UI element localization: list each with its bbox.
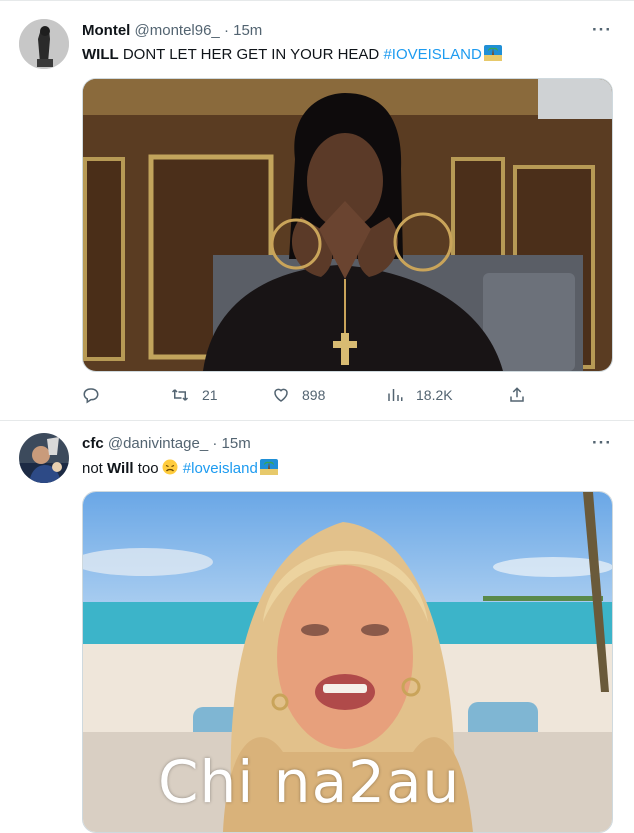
island-emoji-icon: [483, 45, 502, 61]
tweet-text-bold: Will: [107, 460, 134, 477]
share-icon: [510, 387, 524, 402]
separator-dot: ·: [223, 22, 229, 39]
tweet-text-plain: not: [82, 460, 108, 477]
tweet-text: not Will too #loveisland: [82, 459, 278, 477]
heart-icon: [274, 388, 288, 402]
handle[interactable]: @danivintage_: [108, 435, 208, 452]
retweet-button[interactable]: 21: [170, 386, 218, 404]
tweet-text-rest: too: [133, 460, 159, 477]
avatar[interactable]: [19, 433, 69, 483]
hashtag-link[interactable]: #loveisland: [183, 460, 258, 477]
display-name[interactable]: cfc: [82, 435, 104, 452]
avatar[interactable]: [19, 19, 69, 69]
display-name[interactable]: Montel: [82, 22, 130, 39]
retweet-count: 21: [202, 387, 218, 403]
island-emoji-icon: [259, 459, 278, 475]
watermark-text: Chi na2au: [158, 748, 461, 816]
reply-icon: [83, 388, 99, 404]
tweet-actions: 21 898 18.2K: [82, 386, 611, 410]
disappointed-face-emoji-icon: [162, 459, 178, 475]
tweet-header: Montel @montel96_ · 15m: [82, 22, 262, 39]
reply-button[interactable]: [82, 386, 112, 404]
tweet-text-bold: WILL: [82, 46, 119, 63]
tweet-header: cfc @danivintage_ · 15m: [82, 435, 251, 452]
views-button[interactable]: 18.2K: [386, 386, 453, 404]
like-count: 898: [302, 387, 326, 403]
like-button[interactable]: 898: [272, 386, 325, 404]
hashtag-link[interactable]: #IOVEISLAND: [383, 46, 481, 63]
top-divider: [0, 0, 634, 1]
tweet-text: WILL DONT LET HER GET IN YOUR HEAD #IOVE…: [82, 45, 502, 63]
tweet-image[interactable]: [82, 78, 613, 372]
views-chart-icon: [388, 389, 403, 401]
timestamp[interactable]: 15m: [233, 22, 262, 39]
share-button[interactable]: [508, 386, 538, 404]
more-options-button[interactable]: ···: [592, 20, 612, 40]
tweet-text-rest: DONT LET HER GET IN YOUR HEAD: [118, 46, 384, 63]
retweet-icon: [171, 389, 189, 401]
separator-dot: ·: [212, 435, 218, 452]
tweet-divider: [0, 420, 634, 421]
handle[interactable]: @montel96_: [135, 22, 220, 39]
views-count: 18.2K: [416, 387, 453, 403]
timestamp[interactable]: 15m: [222, 435, 251, 452]
more-options-button[interactable]: ···: [592, 433, 612, 453]
